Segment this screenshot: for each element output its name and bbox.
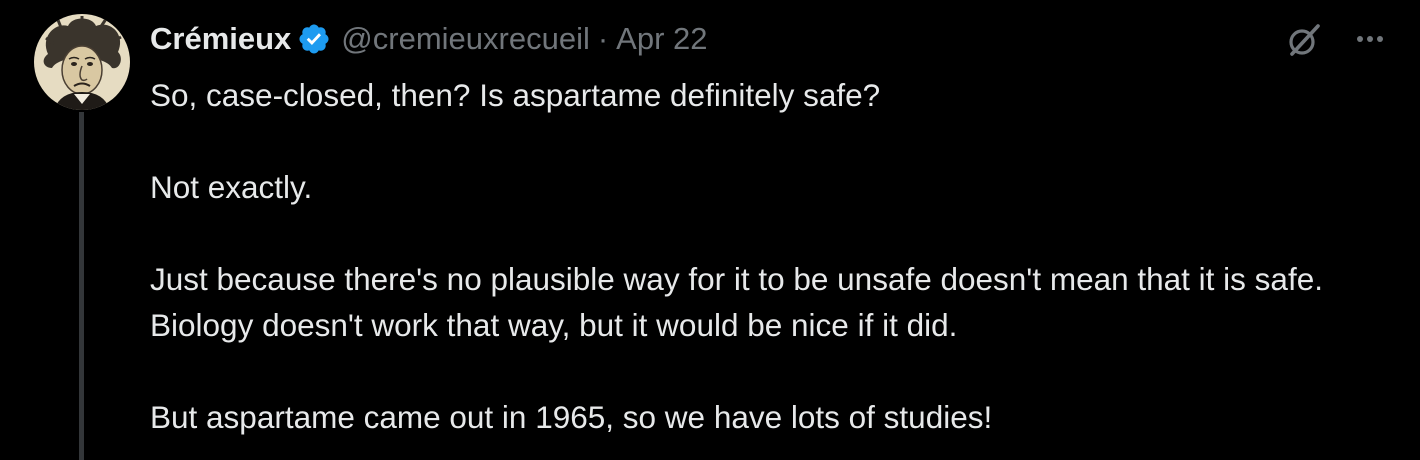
tweet-paragraph: Just because there's no plausible way fo… bbox=[150, 261, 1323, 343]
tweet-paragraph: So, case-closed, then? Is aspartame defi… bbox=[150, 77, 881, 113]
avatar-caricature-image bbox=[34, 14, 130, 110]
header-separator: · bbox=[597, 21, 609, 56]
verified-badge-icon[interactable] bbox=[297, 22, 331, 56]
author-avatar[interactable] bbox=[34, 14, 130, 110]
tweet-date[interactable]: Apr 22 bbox=[616, 21, 707, 57]
thread-connector-line bbox=[79, 112, 84, 460]
author-display-name[interactable]: Crémieux bbox=[150, 21, 291, 57]
tweet-text: So, case-closed, then? Is aspartame defi… bbox=[150, 72, 1400, 440]
grok-icon[interactable] bbox=[1284, 20, 1324, 60]
tweet-header: Crémieux @cremieuxrecueil · Apr 22 bbox=[150, 18, 708, 60]
tweet-paragraph: But aspartame came out in 1965, so we ha… bbox=[150, 399, 993, 435]
tweet[interactable]: Crémieux @cremieuxrecueil · Apr 22 So, c… bbox=[0, 0, 1420, 460]
author-handle[interactable]: @cremieuxrecueil bbox=[341, 21, 590, 57]
more-options-icon[interactable] bbox=[1350, 22, 1390, 56]
tweet-paragraph: Not exactly. bbox=[150, 169, 313, 205]
